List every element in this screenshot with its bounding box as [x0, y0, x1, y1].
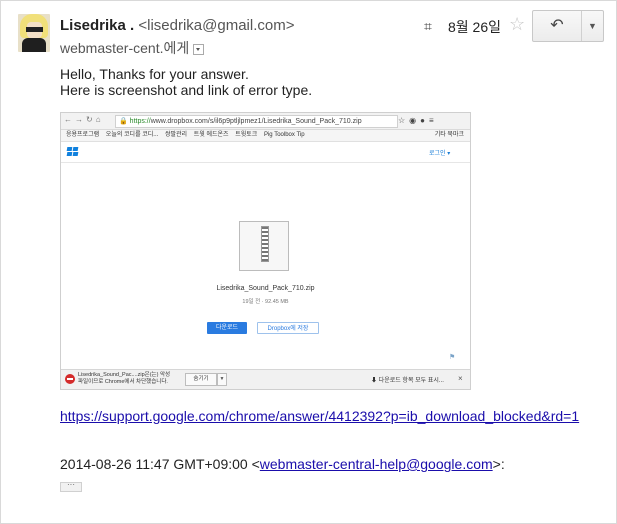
- browser-nav-icons: ←→↻⌂: [64, 115, 104, 124]
- recipient-text: webmaster-cent.에게: [60, 40, 190, 56]
- recipient-line: webmaster-cent.에게: [60, 38, 205, 58]
- other-bookmarks: 기타 북마크: [434, 132, 464, 138]
- sender-email: <lisedrika@gmail.com>: [138, 17, 295, 34]
- blocked-line-1: Lisedrika_Sound_Pac....zip은(는) 악성: [78, 372, 171, 378]
- reply-button[interactable]: ↶: [533, 11, 582, 41]
- bookmark-item: 쌍팔관리: [164, 132, 188, 138]
- bookmark-item: 트윗 에드온즈: [193, 132, 229, 138]
- sender-line: Lisedrika . <lisedrika@gmail.com>: [60, 17, 295, 34]
- show-trimmed-content-button[interactable]: ···: [60, 481, 82, 492]
- browser-extension-icons: ☆◉●≡: [398, 116, 438, 125]
- bookmark-item: Pig Toolbox Tip: [263, 132, 305, 138]
- quote-email-link[interactable]: webmaster-central-help@google.com: [260, 456, 493, 472]
- avatar-mask: [26, 27, 43, 32]
- star-icon[interactable]: ☆: [509, 14, 525, 35]
- url-path: www.dropbox.com/s/il6p9ptljlpmez1/Lisedr…: [150, 118, 362, 125]
- message-body: Hello, Thanks for your answer. Here is s…: [60, 66, 312, 98]
- support-link[interactable]: https://support.google.com/chrome/answer…: [60, 408, 579, 424]
- blocked-icon: [65, 374, 75, 384]
- message-line-1: Hello, Thanks for your answer.: [60, 66, 249, 82]
- quote-header: 2014-08-26 11:47 GMT+09:00 <webmaster-ce…: [60, 456, 505, 472]
- blocked-line-2: 파일이므로 Chrome에서 차단했습니다.: [78, 379, 168, 385]
- dismiss-button: 숨기기: [185, 373, 217, 386]
- browser-address-bar: 🔒 https://www.dropbox.com/s/il6p9ptljlpm…: [115, 115, 398, 128]
- close-shelf-icon: ×: [458, 374, 463, 383]
- bookmark-item: 오늘의 코디를 코디...: [105, 132, 159, 138]
- browser-toolbar: ←→↻⌂ 🔒 https://www.dropbox.com/s/il6p9pt…: [61, 113, 470, 130]
- url-scheme: https://: [129, 118, 151, 125]
- show-details-dropdown[interactable]: [193, 43, 205, 55]
- download-blocked-message: Lisedrika_Sound_Pac....zip은(는) 악성 파일이므로 …: [78, 372, 170, 386]
- download-shelf: Lisedrika_Sound_Pac....zip은(는) 악성 파일이므로 …: [61, 369, 470, 389]
- login-link: 로그인 ▾: [429, 151, 451, 157]
- attachment-icon: ⌗: [424, 18, 432, 34]
- dropbox-header: 로그인 ▾: [61, 142, 470, 163]
- bookmark-item: 트윗토크: [235, 132, 258, 138]
- message-date: 8월 26일: [448, 19, 502, 35]
- sender-name[interactable]: Lisedrika .: [60, 17, 134, 34]
- reply-arrow-icon: ↶: [550, 17, 564, 34]
- zip-file-icon: [239, 221, 289, 271]
- reply-button-group: ↶ ▼: [532, 10, 604, 42]
- save-to-dropbox-button: Dropbox에 저장: [257, 322, 319, 334]
- show-all-downloads: ⬇ 다운로드 항목 모두 표시...: [371, 378, 444, 384]
- flag-icon: ⚑: [449, 354, 456, 361]
- dropbox-logo-icon: [66, 147, 79, 157]
- bookmarks-bar: 응용프로그램 오늘의 코디를 코디... 쌍팔관리 트윗 에드온즈 트윗토크 P…: [61, 130, 470, 142]
- embedded-screenshot[interactable]: ←→↻⌂ 🔒 https://www.dropbox.com/s/il6p9pt…: [60, 112, 471, 390]
- dismiss-dropdown-icon: ▼: [217, 373, 227, 386]
- file-meta: 19일 전 · 92.45 MB: [242, 299, 289, 305]
- download-button: 다운로드: [207, 322, 247, 334]
- lock-icon: 🔒: [119, 118, 128, 125]
- file-name: Lisedrika_Sound_Pack_710.zip: [216, 285, 315, 292]
- show-all-label: 다운로드 항목 모두 표시...: [378, 378, 444, 384]
- more-options-button[interactable]: ▼: [582, 11, 603, 41]
- message-line-2: Here is screenshot and link of error typ…: [60, 82, 313, 98]
- bookmark-item: 응용프로그램: [66, 132, 100, 138]
- quote-suffix: >:: [492, 456, 505, 472]
- sender-avatar[interactable]: [18, 14, 50, 52]
- avatar-body: [22, 38, 46, 52]
- quote-prefix: 2014-08-26 11:47 GMT+09:00 <: [60, 456, 260, 472]
- caret-down-icon: ▼: [588, 21, 597, 31]
